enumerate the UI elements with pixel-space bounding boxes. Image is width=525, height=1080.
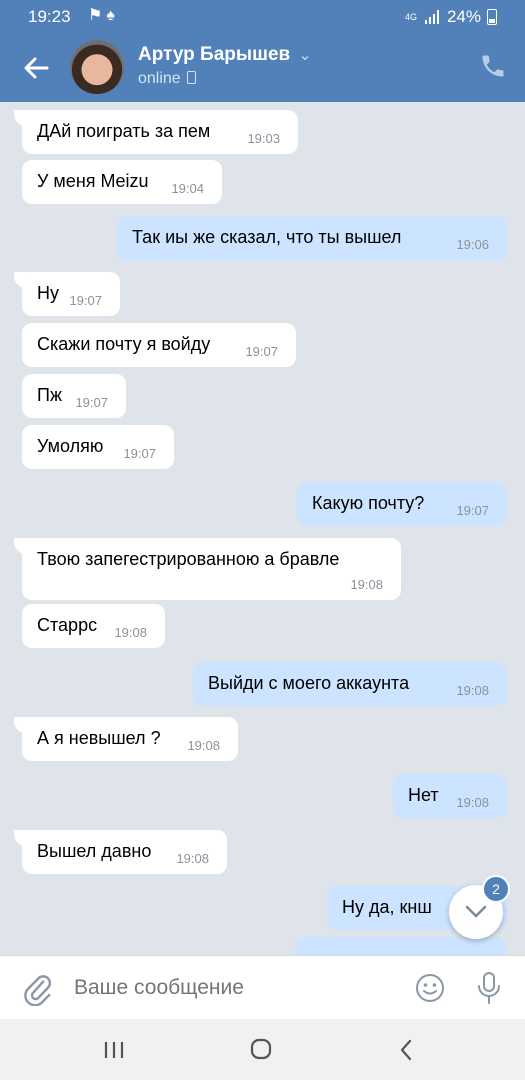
message-incoming[interactable]: Вышел давно 19:08 bbox=[14, 830, 227, 874]
message-text: Выйди с моего аккаунта bbox=[208, 673, 410, 693]
emoji-icon[interactable] bbox=[415, 973, 445, 1003]
message-text: Пж bbox=[37, 385, 62, 405]
mobile-icon bbox=[186, 71, 196, 84]
message-time: 19:03 bbox=[247, 131, 280, 146]
message-time: 19:07 bbox=[69, 293, 102, 308]
back-nav-icon[interactable] bbox=[398, 1039, 414, 1061]
composer bbox=[0, 955, 525, 1020]
message-text: Старрс bbox=[37, 615, 98, 635]
message-outgoing-partial[interactable] bbox=[295, 937, 507, 955]
message-time: 19:06 bbox=[456, 237, 489, 252]
message-incoming[interactable]: Умоляю 19:07 bbox=[22, 425, 174, 469]
status-time: 19:23 bbox=[28, 7, 71, 26]
game-icon: ♠ bbox=[106, 7, 119, 24]
message-incoming[interactable]: ДАй поиграть за пем 19:03 bbox=[14, 110, 298, 154]
message-incoming[interactable]: Пж 19:07 bbox=[22, 374, 126, 418]
unread-badge: 2 bbox=[482, 875, 510, 903]
battery-icon bbox=[487, 9, 497, 25]
message-text: ДАй поиграть за пем bbox=[37, 121, 211, 141]
recent-apps-icon[interactable] bbox=[103, 1040, 125, 1060]
message-incoming[interactable]: У меня Meizu 19:04 bbox=[22, 160, 222, 204]
message-time: 19:08 bbox=[114, 625, 147, 640]
home-icon[interactable] bbox=[250, 1038, 272, 1060]
message-time: 19:08 bbox=[456, 795, 489, 810]
paperclip-icon[interactable] bbox=[22, 972, 52, 1006]
message-text: Твою запегестрированною а бравле bbox=[37, 549, 340, 569]
message-incoming[interactable]: Скажи почту я войду 19:07 bbox=[22, 323, 296, 367]
message-outgoing[interactable]: Так иы же сказал, что ты вышел 19:06 bbox=[117, 216, 507, 260]
message-time: 19:08 bbox=[350, 577, 383, 592]
message-time: 19:07 bbox=[123, 446, 156, 461]
message-incoming[interactable]: А я невышел ? 19:08 bbox=[14, 717, 238, 761]
message-text: Вышел давно bbox=[37, 841, 152, 861]
network-type: 4G bbox=[404, 11, 417, 22]
chevron-down-icon bbox=[465, 905, 487, 918]
cleaner-icon: ⚑ bbox=[88, 7, 107, 24]
message-time: 19:07 bbox=[75, 395, 108, 410]
message-text: Ну да, кнш bbox=[342, 897, 432, 917]
message-text: Какую почту? bbox=[312, 493, 425, 513]
signal-icon bbox=[424, 10, 441, 24]
phone-call-icon[interactable] bbox=[479, 52, 507, 80]
battery-percent: 24% bbox=[446, 7, 481, 26]
status-right: 4G 24% bbox=[405, 7, 497, 27]
message-text: Нет bbox=[408, 785, 439, 805]
message-text: Умоляю bbox=[37, 436, 104, 456]
message-text: Так иы же сказал, что ты вышел bbox=[132, 227, 402, 247]
message-text: У меня Meizu bbox=[37, 171, 149, 191]
chevron-down-icon: ⌄ bbox=[298, 47, 312, 64]
message-time: 19:07 bbox=[456, 503, 489, 518]
online-status: online bbox=[138, 70, 196, 88]
message-input[interactable] bbox=[74, 976, 394, 1000]
notification-icons: ⚑♠ bbox=[88, 5, 119, 25]
avatar[interactable] bbox=[70, 40, 124, 94]
status-bar: 19:23 ⚑♠ 4G 24% bbox=[0, 0, 525, 34]
message-incoming[interactable]: Ну 19:07 bbox=[14, 272, 120, 316]
message-incoming[interactable]: Старрс 19:08 bbox=[22, 604, 165, 648]
system-nav-bar bbox=[0, 1019, 525, 1080]
microphone-icon[interactable] bbox=[476, 971, 502, 1005]
message-outgoing[interactable]: Выйди с моего аккаунта 19:08 bbox=[193, 662, 507, 706]
message-text: А я невышел ? bbox=[37, 728, 161, 748]
back-arrow-icon[interactable] bbox=[20, 52, 52, 84]
message-text: Скажи почту я войду bbox=[37, 334, 211, 354]
message-time: 19:08 bbox=[456, 683, 489, 698]
message-text: Ну bbox=[37, 283, 59, 303]
message-outgoing[interactable]: Нет 19:08 bbox=[393, 774, 507, 818]
message-time: 19:07 bbox=[245, 344, 278, 359]
contact-name: Артур Барышев bbox=[138, 44, 291, 65]
message-time: 19:08 bbox=[187, 738, 220, 753]
contact-name-button[interactable]: Артур Барышев ⌄ bbox=[138, 44, 312, 66]
chat-header: Артур Барышев ⌄ online bbox=[0, 34, 525, 102]
message-time: 19:08 bbox=[176, 851, 209, 866]
online-label: online bbox=[138, 70, 181, 87]
message-time: 19:04 bbox=[171, 181, 204, 196]
message-outgoing[interactable]: Какую почту? 19:07 bbox=[297, 482, 507, 526]
message-list[interactable]: ДАй поиграть за пем 19:03 У меня Meizu 1… bbox=[0, 102, 525, 955]
message-incoming[interactable]: Твою запегестрированною а бравле 19:08 bbox=[14, 538, 401, 600]
